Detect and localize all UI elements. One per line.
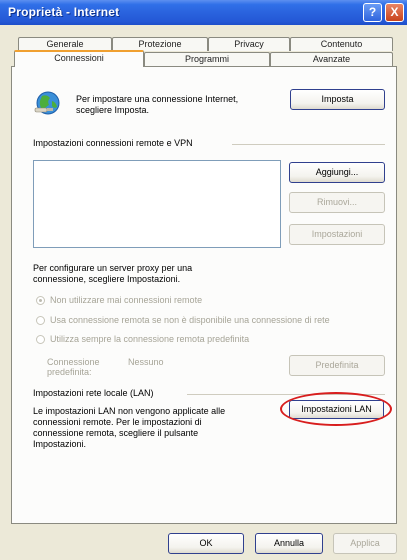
connection-settings-button[interactable]: Impostazioni [289,224,385,245]
tab-contenuto[interactable]: Contenuto [290,37,393,51]
close-button[interactable]: X [385,3,404,22]
tab-programmi[interactable]: Programmi [144,52,270,66]
lan-text-line2: connessioni remote. Per le impostazioni … [33,417,202,427]
lan-text-line1: Le impostazioni LAN non vengono applicat… [33,406,226,416]
remote-vpn-divider [232,144,385,145]
lan-text-line3: connessione remota, scegliere il pulsant… [33,428,199,438]
connections-list[interactable] [33,160,281,248]
proxy-text-line2: connessione, scegliere Impostazioni. [33,274,181,284]
proxy-text-line1: Per configurare un server proxy per una [33,263,193,273]
help-button[interactable]: ? [363,3,382,22]
tab-connessioni[interactable]: Connessioni [14,50,144,67]
set-default-button[interactable]: Predefinita [289,355,385,376]
lan-heading: Impostazioni rete locale (LAN) [33,388,154,398]
add-connection-button[interactable]: Aggiungi... [289,162,385,183]
tab-privacy[interactable]: Privacy [208,37,290,51]
ok-button[interactable]: OK [168,533,244,554]
internet-properties-dialog: Proprietà - Internet ? X Generale Protez… [0,0,407,560]
tab-generale[interactable]: Generale [18,37,112,51]
globe-connection-icon [34,91,60,115]
lan-text-line4: Impostazioni. [33,439,87,449]
never-dial-radio[interactable] [36,296,45,305]
window-title: Proprietà - Internet [8,5,120,19]
setup-text-line2: scegliere Imposta. [76,105,150,115]
red-highlight-ellipse [280,392,392,426]
always-dial-radio[interactable] [36,335,45,344]
remote-vpn-heading: Impostazioni connessioni remote e VPN [33,138,193,148]
never-dial-label: Non utilizzare mai connessioni remote [50,295,203,305]
setup-text-line1: Per impostare una connessione Internet, [76,94,239,104]
apply-button[interactable]: Applica [333,533,397,554]
default-connection-value: Nessuno [128,357,164,367]
dial-when-no-network-label: Usa connessione remota se non è disponib… [50,315,330,325]
setup-button[interactable]: Imposta [290,89,385,110]
dial-when-no-network-radio[interactable] [36,316,45,325]
tab-avanzate[interactable]: Avanzate [270,52,393,66]
remove-connection-button[interactable]: Rimuovi... [289,192,385,213]
title-bar[interactable]: Proprietà - Internet ? X [0,0,407,25]
always-dial-label: Utilizza sempre la connessione remota pr… [50,334,250,344]
default-connection-label-line2: predefinita: [47,367,92,377]
tab-protezione[interactable]: Protezione [112,37,208,51]
cancel-button[interactable]: Annulla [255,533,323,554]
